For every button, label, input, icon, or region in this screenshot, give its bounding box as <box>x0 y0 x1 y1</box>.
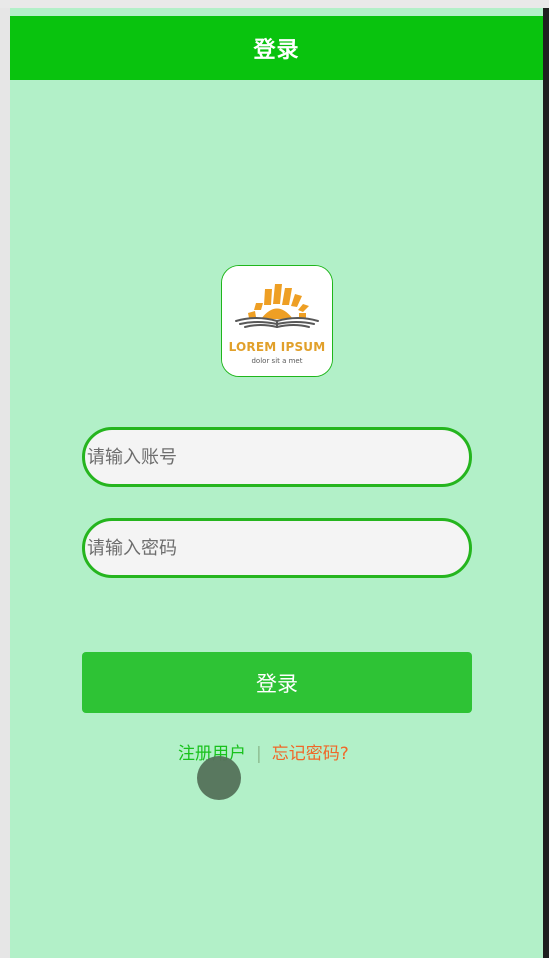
login-screen: 登录 LOREM IPSUM dolor sit a met 请输入账号 登录 … <box>10 8 543 958</box>
forgot-password-link[interactable]: 忘记密码? <box>272 742 349 766</box>
account-input[interactable] <box>82 427 472 487</box>
password-input[interactable] <box>82 518 472 578</box>
logo-subtitle: dolor sit a met <box>251 357 303 365</box>
link-separator: | <box>256 744 262 764</box>
login-button[interactable]: 登录 <box>82 652 472 713</box>
screen-right-strip <box>543 8 549 958</box>
auth-links: 注册用户 | 忘记密码? <box>178 742 349 766</box>
screen-top-strip <box>0 0 549 8</box>
app-header: 登录 <box>10 16 543 80</box>
screen-left-strip <box>0 8 10 958</box>
page-title: 登录 <box>253 38 300 63</box>
logo-card: LOREM IPSUM dolor sit a met <box>221 265 333 377</box>
register-link[interactable]: 注册用户 <box>178 742 246 766</box>
logo-title: LOREM IPSUM <box>228 340 326 354</box>
